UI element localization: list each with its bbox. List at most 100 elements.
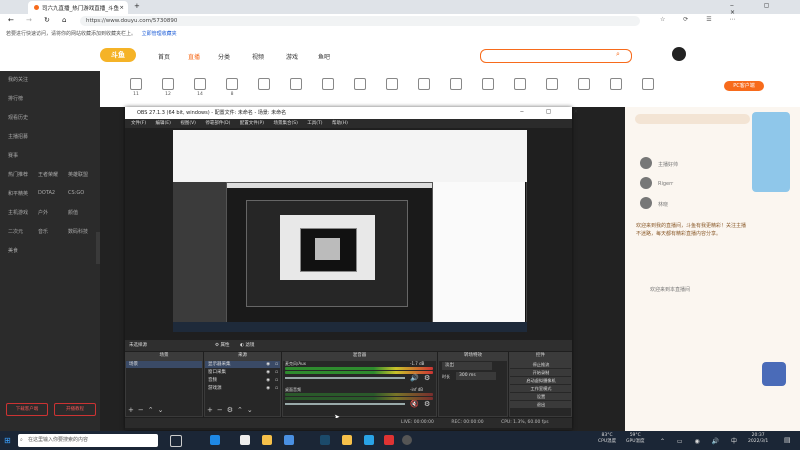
sidebar-item[interactable]: DOTA2 [38,190,55,196]
transition-select[interactable]: 淡出 [442,362,492,370]
category-item[interactable] [602,78,630,92]
obs-control-button[interactable]: 开始录制 [510,369,572,376]
obs-control-button[interactable]: 停止推流 [510,361,572,368]
source-toolbar[interactable]: +−⚙⌃⌄ [207,406,257,414]
sidebar-item[interactable]: 音乐 [38,228,48,235]
stream-tutorial-button[interactable]: 开播教程 [54,403,96,416]
category-item[interactable]: 14 [186,78,214,97]
sidebar-item[interactable]: 排行榜 [8,95,23,102]
home-icon[interactable]: ⌂ [62,16,66,24]
category-item[interactable] [538,78,566,92]
sidebar-item[interactable]: CS:GO [68,190,84,196]
gear-icon[interactable]: ⚙ [424,374,430,382]
clock[interactable]: 20:37 2022/3/1 [748,433,768,445]
source-item[interactable]: 窗口采集 ◉ ▫ [205,369,280,376]
obs-control-button[interactable]: 设置 [510,393,572,400]
category-item[interactable]: 11 [122,78,150,97]
category-item[interactable] [410,78,438,92]
nav-games[interactable]: 游戏 [286,52,298,61]
steam-icon[interactable] [320,435,330,445]
sidebar-item[interactable]: 数码科技 [68,228,88,235]
nav-video[interactable]: 视频 [252,52,264,61]
url-input[interactable]: https://www.douyu.com/5730890 [80,16,640,26]
lock-icon[interactable]: ▫ [275,361,278,368]
tray-icons[interactable]: ⌃ ▭ ◉ 🔊 中 [660,436,742,445]
notification-icon[interactable]: ▤ [784,436,791,444]
taskbar-search-input[interactable]: ⌕ 在这里输入你要搜索的内容 [18,434,158,447]
sidebar-item[interactable]: 和平精英 [8,190,28,197]
task-view-icon[interactable] [170,435,182,447]
lock-icon[interactable]: ▫ [275,377,278,384]
source-item[interactable]: 音频 ◉ ▫ [205,377,280,384]
file-icon[interactable] [240,435,250,445]
category-item[interactable] [346,78,374,92]
gift-banner[interactable] [752,112,790,192]
obs-menu-help[interactable]: 帮助(H) [332,121,348,126]
obs-menu-tools[interactable]: 工具(T) [307,121,322,126]
obs-menu-view[interactable]: 视图(V) [180,121,196,126]
speaker-icon[interactable]: 🔊 [410,374,419,382]
category-item[interactable] [634,78,662,92]
close-icon[interactable]: × [119,5,124,11]
volume-slider[interactable] [285,377,405,379]
rank-tabs[interactable] [635,114,750,124]
category-item[interactable]: 8 [218,78,246,97]
sidebar-item[interactable]: 二次元 [8,228,23,235]
category-item[interactable] [506,78,534,92]
sidebar-item[interactable]: 户外 [38,209,48,216]
obs-window-controls[interactable]: ‒ ▢ × [520,108,588,115]
obs-control-button[interactable]: 工作室模式 [510,385,572,392]
gear-icon[interactable]: ⚙ [424,400,430,408]
browser-toolbar-icons[interactable]: ☆ ⟳ ☰ ⋯ [660,16,744,23]
search-icon[interactable]: ⌕ [616,50,620,59]
back-icon[interactable]: ← [8,16,14,24]
nav-live[interactable]: 直播 [188,52,200,61]
game-icon[interactable] [342,435,352,445]
obs-menu-file[interactable]: 文件(F) [131,121,146,126]
category-item[interactable] [282,78,310,92]
pc-client-button[interactable]: PC客户端 [724,81,764,91]
duration-input[interactable]: 300 ms [456,372,496,380]
folder-icon[interactable] [262,435,272,445]
obs-app-icon[interactable] [402,435,412,445]
category-item[interactable] [570,78,598,92]
category-item[interactable] [442,78,470,92]
filters-button[interactable]: ◐ 滤镜 [240,340,254,351]
refresh-icon[interactable]: ↻ [44,16,50,24]
sidebar-item[interactable]: 颜值 [68,209,78,216]
forward-icon[interactable]: → [26,16,32,24]
douyu-app-icon[interactable] [384,435,394,445]
scene-item[interactable]: 场景 [126,361,202,368]
sidebar-item[interactable]: 主播招募 [8,133,28,140]
visibility-eye-icon[interactable]: ◉ [266,385,270,392]
obs-menu-docks[interactable]: 停靠部件(D) [205,121,230,126]
obs-menu-edit[interactable]: 编辑(E) [156,121,171,126]
sidebar-item[interactable]: 观看历史 [8,114,28,121]
obs-menu-profile[interactable]: 配置文件(P) [240,121,264,126]
scene-toolbar[interactable]: +−⌃⌄ [128,406,167,414]
new-tab-icon[interactable]: + [134,2,140,10]
visibility-eye-icon[interactable]: ◉ [266,369,270,376]
obs-control-button[interactable]: 退出 [510,401,572,408]
browser-tab[interactable]: 司六九直播_热门游戏直播_斗鱼 × [28,1,128,14]
user-avatar[interactable] [672,47,686,61]
obs-menu-scene-collection[interactable]: 场景集合(S) [273,121,297,126]
download-client-button[interactable]: 下载客户端 [6,403,48,416]
sidebar-item[interactable]: 王者荣耀 [38,171,58,178]
manage-favorites-link[interactable]: 立即管理收藏夹 [142,31,177,37]
nav-yuba[interactable]: 鱼吧 [318,52,330,61]
sidebar-item[interactable]: 主机游戏 [8,209,28,216]
sidebar-item[interactable]: 赛事 [8,152,18,159]
category-item[interactable]: 12 [154,78,182,97]
lock-icon[interactable]: ▫ [275,369,278,376]
nav-category[interactable]: 分类 [218,52,230,61]
category-item[interactable] [250,78,278,92]
sidebar-item[interactable]: 热门推荐 [8,171,28,178]
category-item[interactable] [314,78,342,92]
visibility-eye-icon[interactable]: ◉ [266,377,270,384]
windows-start-icon[interactable]: ⊞ [4,436,11,445]
category-item[interactable] [474,78,502,92]
nav-home[interactable]: 首页 [158,52,170,61]
source-item[interactable]: 显示器采集 ◉ ▫ [205,361,280,368]
sidebar-item[interactable]: 英雄联盟 [68,171,88,178]
